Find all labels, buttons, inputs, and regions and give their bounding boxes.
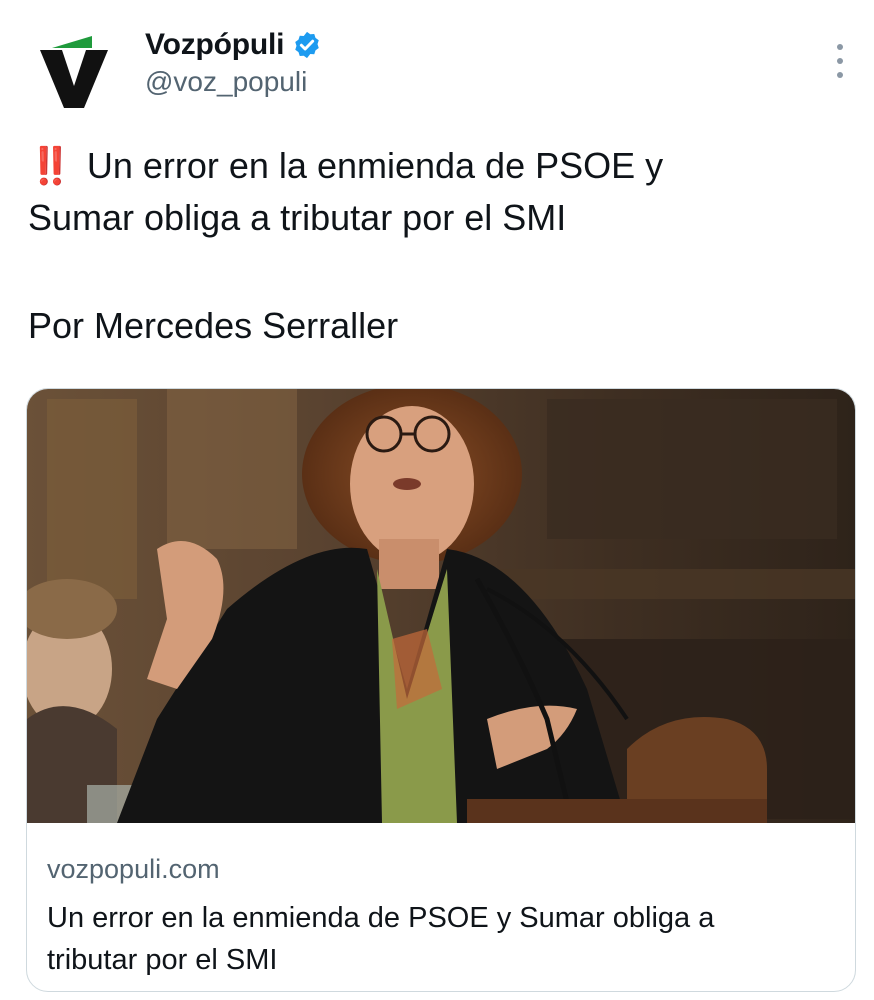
- double-exclamation-icon: ‼️: [28, 145, 73, 186]
- card-title: Un error en la enmienda de PSOE y Sumar …: [47, 897, 837, 981]
- dot: [837, 44, 843, 50]
- name-row: Vozpópuli: [145, 28, 322, 62]
- dot: [837, 72, 843, 78]
- dot: [837, 58, 843, 64]
- tweet-text-line: Sumar obliga a tributar por el SMI: [28, 197, 567, 238]
- avatar[interactable]: [32, 28, 116, 112]
- tweet[interactable]: Vozpópuli @voz_populi ‼️ Un error en la …: [0, 0, 874, 1000]
- card-footer: vozpopuli.com Un error en la enmienda de…: [27, 823, 855, 991]
- card-domain: vozpopuli.com: [47, 854, 220, 884]
- card-title-line: tributar por el SMI: [47, 944, 278, 976]
- card-image[interactable]: [27, 389, 856, 823]
- display-name[interactable]: Vozpópuli: [145, 28, 284, 62]
- tweet-byline: Por Mercedes Serraller: [28, 305, 399, 346]
- tweet-text: ‼️ Un error en la enmienda de PSOE y Sum…: [28, 140, 848, 244]
- link-card[interactable]: vozpopuli.com Un error en la enmienda de…: [26, 388, 856, 992]
- more-options-icon[interactable]: [834, 44, 846, 78]
- handle[interactable]: @voz_populi: [145, 66, 322, 98]
- verified-badge-icon: [295, 31, 320, 59]
- tweet-text-line: ‼️ Un error en la enmienda de PSOE y: [28, 140, 848, 192]
- card-title-line: Un error en la enmienda de PSOE y Sumar …: [47, 902, 715, 934]
- vozpopuli-logo-icon: [40, 36, 108, 108]
- tweet-text-content: Un error en la enmienda de PSOE y: [86, 145, 664, 186]
- author-block: Vozpópuli @voz_populi: [145, 28, 322, 98]
